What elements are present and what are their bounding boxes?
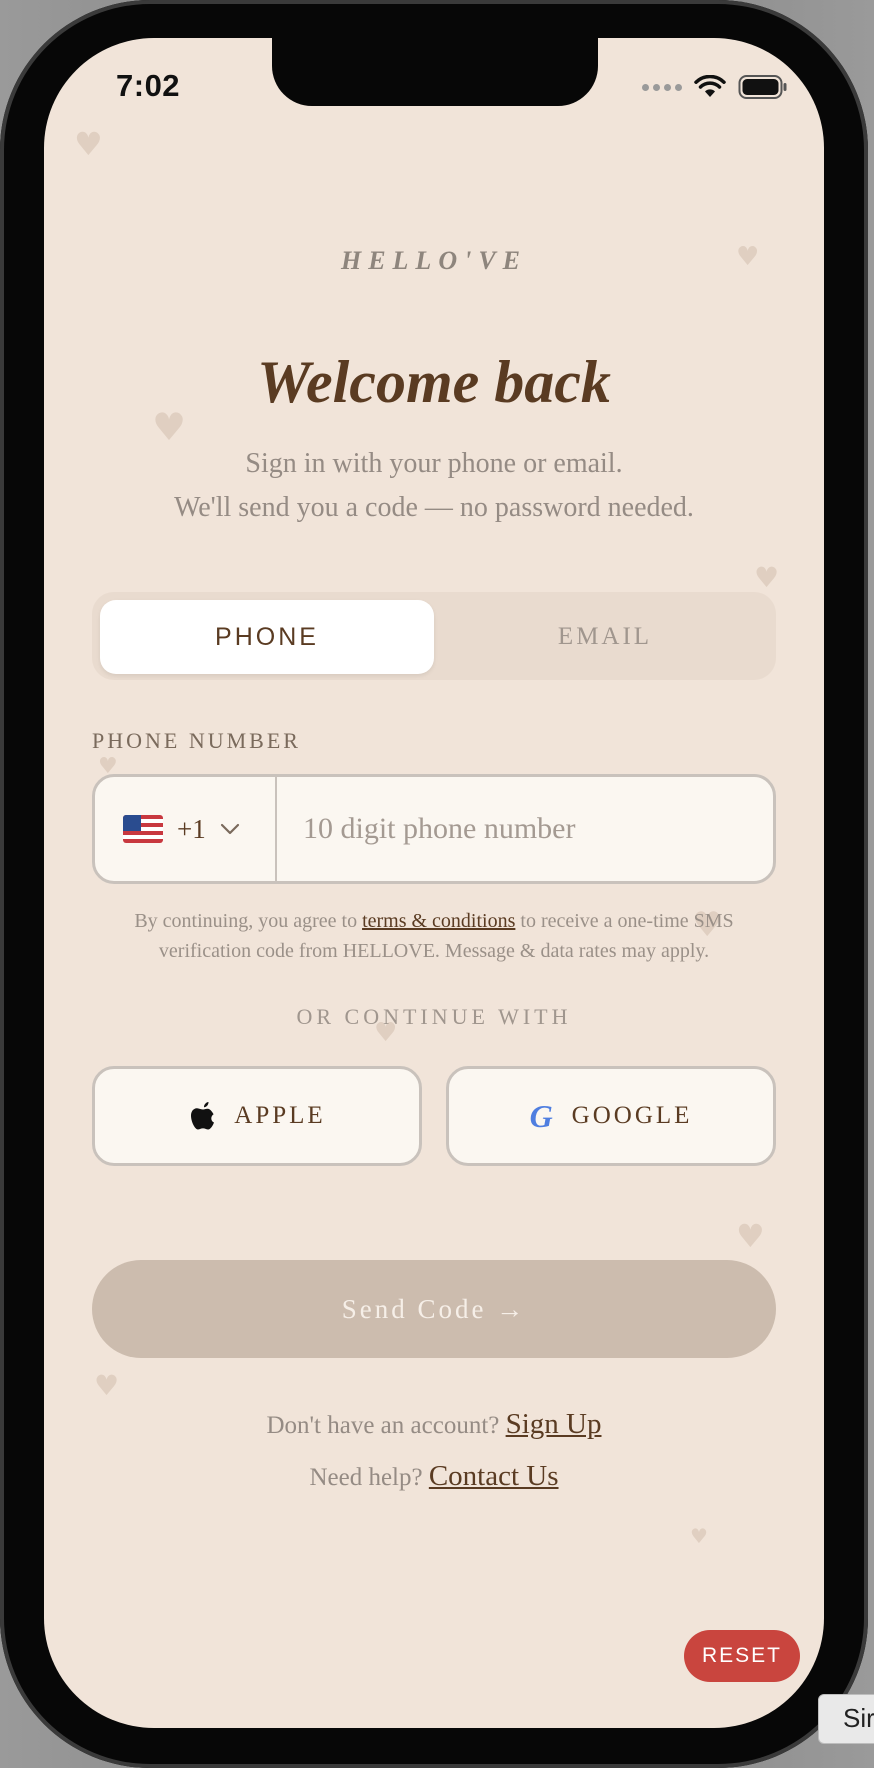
tab-email[interactable]: EMAIL [442, 600, 768, 674]
status-time: 7:02 [116, 68, 181, 103]
status-icons [642, 74, 788, 100]
country-code: +1 [177, 813, 206, 844]
wifi-icon [694, 75, 726, 97]
or-continue-label: OR CONTINUE WITH [296, 1004, 572, 1029]
page-subtitle: Sign in with your phone or email. We'll … [44, 442, 824, 530]
signup-prompt-text: Don't have an account? [266, 1412, 500, 1439]
contact-us-link[interactable]: Contact Us [429, 1460, 559, 1492]
subtitle-line-2: We'll send you a code — no password need… [174, 492, 694, 523]
phone-number-label: PHONE NUMBER [92, 728, 301, 753]
simulator-tab[interactable]: Sir [818, 1694, 874, 1744]
country-code-selector[interactable]: +1 [95, 777, 277, 881]
heart-icon: ♥ [754, 561, 780, 594]
apple-icon [191, 1102, 215, 1130]
heart-icon: ♥ [94, 1369, 120, 1402]
app-screen: 7:02 ♥ ♥ ♥ ♥ ♥ ♥ ♥ ♥ ♥ ♥ ♥ HELLO'VE Welc… [44, 38, 824, 1728]
help-prompt-text: Need help? [309, 1464, 423, 1491]
device-notch [272, 38, 598, 106]
terms-link[interactable]: terms & conditions [362, 910, 515, 932]
google-icon: G [529, 1097, 556, 1134]
google-signin-button[interactable]: G GOOGLE [446, 1066, 776, 1166]
google-button-label: GOOGLE [571, 1102, 693, 1129]
reset-button[interactable]: RESET [684, 1630, 800, 1682]
device-frame: 7:02 ♥ ♥ ♥ ♥ ♥ ♥ ♥ ♥ ♥ ♥ ♥ HELLO'VE Welc… [0, 0, 868, 1768]
us-flag-icon [123, 815, 163, 843]
brand-logo: HELLO'VE [340, 246, 527, 275]
login-method-tabs: PHONE EMAIL [92, 592, 776, 680]
heart-icon: ♥ [74, 125, 103, 163]
signal-icon [642, 83, 682, 91]
signup-link[interactable]: Sign Up [506, 1408, 602, 1440]
heart-icon: ♥ [690, 1524, 708, 1548]
help-prompt: Need help? Contact Us [44, 1460, 824, 1493]
subtitle-line-1: Sign in with your phone or email. [245, 448, 623, 479]
heart-icon: ♥ [736, 1217, 765, 1255]
page-title: Welcome back [257, 349, 611, 415]
send-code-button[interactable]: Send Code → [92, 1260, 776, 1358]
terms-notice: By continuing, you agree to terms & cond… [104, 906, 764, 966]
apple-signin-button[interactable]: APPLE [92, 1066, 422, 1166]
battery-icon [738, 75, 787, 99]
tab-phone[interactable]: PHONE [100, 600, 434, 674]
terms-prefix: By continuing, you agree to [134, 910, 358, 932]
apple-button-label: APPLE [234, 1102, 326, 1129]
phone-number-input[interactable]: 10 digit phone number [303, 777, 575, 881]
chevron-down-icon [220, 823, 239, 835]
phone-input-group: +1 10 digit phone number [92, 774, 776, 884]
signup-prompt: Don't have an account? Sign Up [44, 1408, 824, 1441]
